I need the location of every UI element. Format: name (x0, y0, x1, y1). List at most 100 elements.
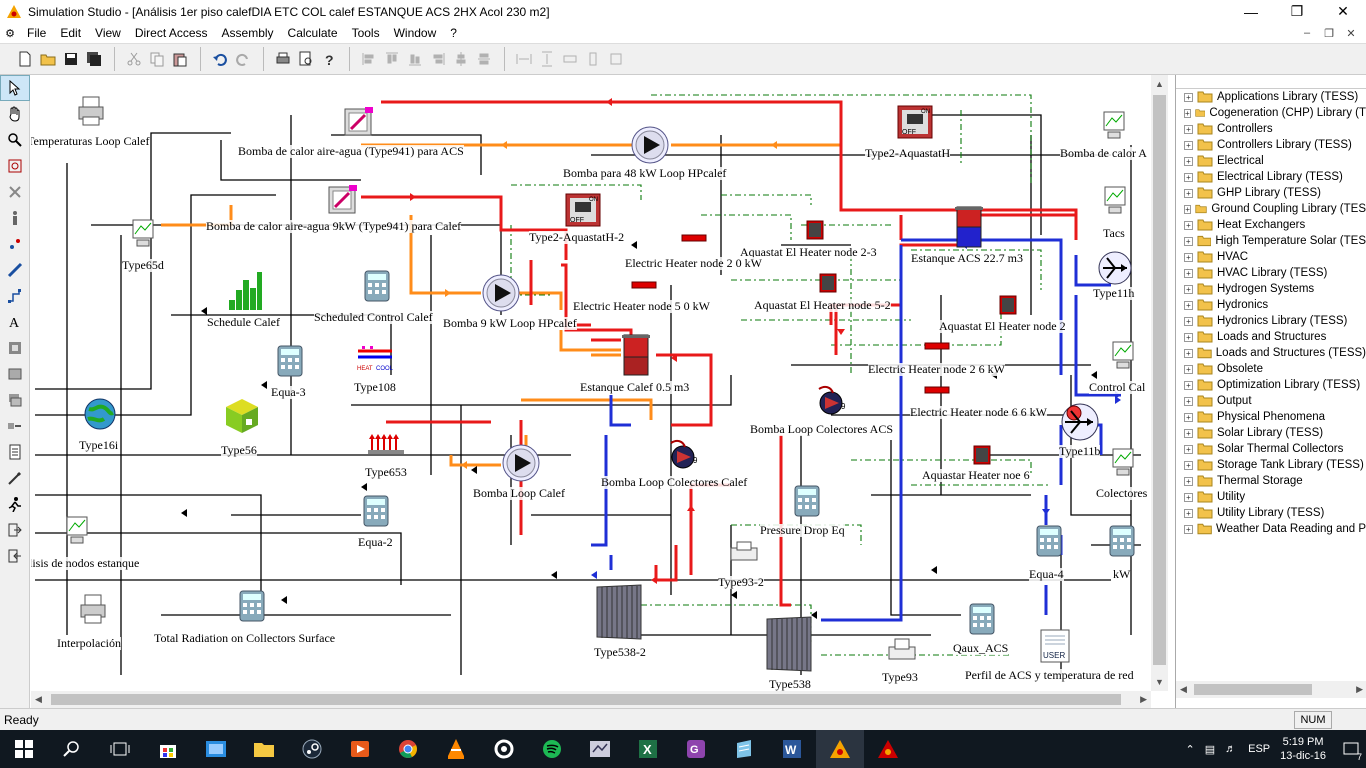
heater-array-icon[interactable] (366, 430, 406, 456)
close-icon[interactable]: ✕ (1320, 0, 1366, 23)
component-label[interactable]: kW (1113, 568, 1131, 581)
tree-item[interactable]: + Hydronics (1176, 297, 1366, 313)
calculator-icon-8[interactable] (969, 603, 995, 635)
trnsys-icon[interactable] (576, 730, 624, 768)
component-label[interactable]: Electric Heater node 2 0 kW (625, 257, 762, 270)
tree-item[interactable]: + Thermal Storage (1176, 473, 1366, 489)
expand-icon[interactable]: + (1184, 188, 1193, 198)
tree-item[interactable]: + Hydronics Library (TESS) (1176, 313, 1366, 329)
plotter-icon-2[interactable] (131, 218, 155, 248)
expand-icon[interactable]: + (1184, 204, 1192, 214)
menu-calculate[interactable]: Calculate (281, 26, 345, 40)
valve-icon-2[interactable] (1059, 401, 1101, 443)
info-tool-icon[interactable] (0, 205, 30, 231)
cut-icon[interactable] (123, 48, 145, 70)
heater-icon-4[interactable] (924, 385, 950, 395)
aquastat-small-icon-2[interactable] (819, 273, 837, 293)
redo-icon[interactable] (232, 48, 254, 70)
macro-tool-icon[interactable] (0, 335, 30, 361)
expand-icon[interactable]: + (1184, 92, 1193, 102)
doc-minimize-icon[interactable]: – (1296, 23, 1318, 43)
component-label[interactable]: Equa-3 (271, 386, 306, 399)
valve-icon[interactable] (1097, 250, 1133, 286)
export-tool-icon[interactable] (0, 517, 30, 543)
expand-icon[interactable]: + (1184, 316, 1193, 326)
run-tool-icon[interactable] (0, 491, 30, 517)
import-tool-icon[interactable] (0, 543, 30, 569)
pump-icon-3[interactable] (501, 443, 541, 483)
horizontal-scroll-thumb[interactable] (51, 694, 1121, 705)
excel-icon[interactable]: X (624, 730, 672, 768)
tray-chevron-icon[interactable]: ⌃ (1186, 743, 1195, 756)
recorder-icon[interactable] (729, 540, 759, 564)
expand-icon[interactable]: + (1184, 140, 1193, 150)
maximize-icon[interactable]: ❐ (1274, 0, 1320, 23)
tree-item[interactable]: + Solar Thermal Collectors (1176, 441, 1366, 457)
expand-icon[interactable]: + (1184, 492, 1193, 502)
aquastat-icon[interactable]: OFF ON (897, 105, 933, 139)
calculator-icon[interactable] (364, 270, 390, 302)
help-icon[interactable]: ? (318, 48, 340, 70)
small-pump-icon[interactable]: 9 (811, 383, 851, 419)
component-label[interactable]: Type538-2 (594, 646, 646, 659)
component-label[interactable]: Estanque Calef 0.5 m3 (580, 381, 690, 394)
component-label[interactable]: Aquastat El Heater node 2 (939, 320, 1066, 333)
component-label[interactable]: Temperaturas Loop Calef (31, 135, 150, 148)
component-label[interactable]: Type93 (882, 671, 918, 684)
same-size-icon[interactable] (605, 48, 627, 70)
component-label[interactable]: Tacs (1103, 227, 1125, 240)
component-label[interactable]: Bomba Loop Colectores Calef (601, 476, 748, 489)
tree-item[interactable]: + Hydrogen Systems (1176, 281, 1366, 297)
clock[interactable]: 5:19 PM 13-dic-16 (1280, 735, 1326, 763)
scroll-right-icon[interactable]: ▶ (1140, 694, 1147, 705)
component-label[interactable]: Type2-AquastatH (865, 147, 951, 160)
printer-icon[interactable] (75, 95, 107, 127)
polyline-tool-icon[interactable] (0, 283, 30, 309)
printer-icon-2[interactable] (77, 593, 109, 625)
component-label[interactable]: Total Radiation on Collectors Surface (154, 632, 336, 645)
expand-icon[interactable]: + (1184, 508, 1193, 518)
task-view-icon[interactable] (96, 730, 144, 768)
tpi-icon[interactable] (864, 730, 912, 768)
component-label[interactable]: Estanque ACS 22.7 m3 (911, 252, 1024, 265)
minimize-icon[interactable]: — (1228, 0, 1274, 23)
component-label[interactable]: Perfil de ACS y temperatura de red (965, 669, 1134, 682)
expand-icon[interactable]: + (1184, 220, 1193, 230)
building-icon[interactable] (224, 397, 260, 435)
chrome-icon[interactable] (384, 730, 432, 768)
menu-direct-access[interactable]: Direct Access (128, 26, 215, 40)
align-left-icon[interactable] (358, 48, 380, 70)
component-label[interactable]: Type56 (221, 444, 257, 457)
notepad-icon[interactable] (720, 730, 768, 768)
expand-icon[interactable]: + (1184, 108, 1191, 118)
aquastat-small-icon-3[interactable] (999, 295, 1017, 315)
list-tool-icon[interactable] (0, 439, 30, 465)
tree-item[interactable]: + Output (1176, 393, 1366, 409)
tree-item[interactable]: + Electrical Library (TESS) (1176, 169, 1366, 185)
new-file-icon[interactable] (14, 48, 36, 70)
calculator-icon-5[interactable] (1036, 525, 1062, 557)
component-label[interactable]: Bomba Loop Colectores ACS (750, 423, 893, 436)
heater-icon-3[interactable] (924, 341, 950, 351)
component-label[interactable]: Type65d (122, 259, 164, 272)
component-label[interactable]: Bomba 9 kW Loop HPcalef (443, 317, 577, 330)
component-label[interactable]: Control Cal (1089, 381, 1146, 394)
zoom-region-icon[interactable] (0, 153, 30, 179)
heat-pump-icon[interactable] (343, 105, 375, 137)
calculator-icon-2[interactable] (277, 345, 303, 377)
tree-item[interactable]: + Optimization Library (TESS) (1176, 377, 1366, 393)
plotter-icon[interactable] (1102, 110, 1126, 140)
plotter-icon-3[interactable] (1103, 185, 1127, 215)
component-label[interactable]: Electric Heater node 5 0 kW (573, 300, 710, 313)
component-label[interactable]: Type93-2 (718, 576, 764, 589)
menu-edit[interactable]: Edit (53, 26, 88, 40)
notification-center-icon[interactable]: 7 (1336, 730, 1366, 768)
pump-icon[interactable] (630, 125, 670, 165)
tree-item[interactable]: + Loads and Structures (TESS) (1176, 345, 1366, 361)
component-label[interactable]: Equa-4 (1029, 568, 1064, 581)
tree-scroll-right-icon[interactable]: ▶ (1356, 684, 1363, 695)
tree-item[interactable]: + Utility Library (TESS) (1176, 505, 1366, 521)
delete-tool-icon[interactable] (0, 179, 30, 205)
tree-item[interactable]: + Weather Data Reading and P (1176, 521, 1366, 537)
component-label[interactable]: Type2-AquastatH-2 (529, 231, 625, 244)
